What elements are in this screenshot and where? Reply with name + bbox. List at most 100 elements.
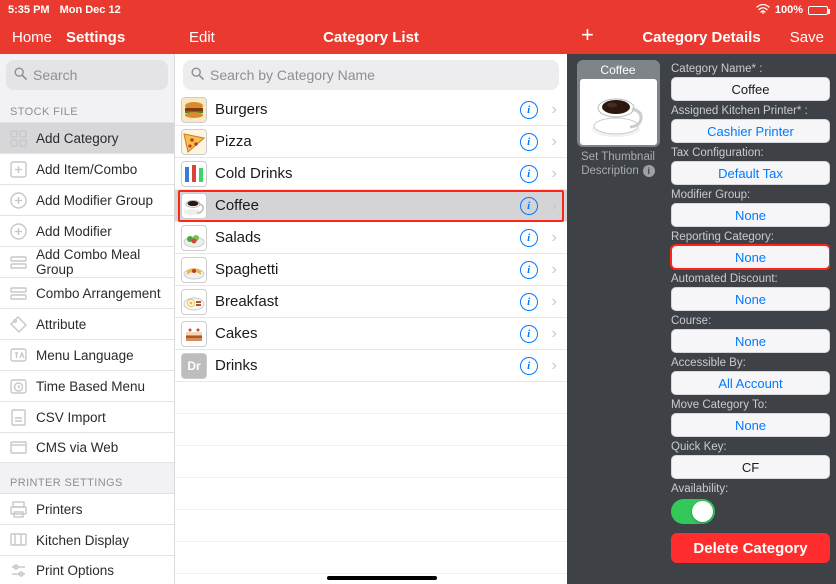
- field-modifier-group[interactable]: None: [671, 203, 830, 227]
- label-tax: Tax Configuration:: [671, 147, 830, 159]
- category-row-cakes[interactable]: Cakesi›: [175, 318, 567, 350]
- field-accessible-by[interactable]: All Account: [671, 371, 830, 395]
- home-indicator[interactable]: [327, 576, 437, 580]
- sidebar-item-kitchen-display[interactable]: Kitchen Display: [0, 524, 174, 555]
- field-tax[interactable]: Default Tax: [671, 161, 830, 185]
- sidebar-item-label: Combo Arrangement: [36, 286, 161, 301]
- category-row-pizza[interactable]: Pizzai ›: [175, 126, 567, 158]
- sidebar-item-add-modifier-group[interactable]: Add Modifier Group: [0, 184, 174, 215]
- field-automated-discount[interactable]: None: [671, 287, 830, 311]
- tag-icon: [10, 316, 27, 333]
- category-row-coffee[interactable]: Coffeei›: [175, 190, 567, 222]
- set-thumbnail-button[interactable]: Set Thumbnail: [581, 151, 655, 163]
- delete-category-button[interactable]: Delete Category: [671, 533, 830, 563]
- sidebar-item-attribute[interactable]: Attribute: [0, 308, 174, 339]
- sidebar-item-csv-import[interactable]: CSV Import: [0, 401, 174, 432]
- chevron-right-icon: ›: [552, 325, 557, 343]
- description-label: Description: [581, 165, 639, 177]
- section-stock-file: STOCK FILE: [0, 92, 174, 122]
- info-icon[interactable]: i: [520, 325, 538, 343]
- sidebar-item-add-combo-meal-group[interactable]: Add Combo Meal Group: [0, 246, 174, 277]
- sidebar-search-placeholder: Search: [33, 67, 77, 83]
- sidebar-item-label: Printers: [36, 502, 83, 517]
- section-printer-settings: PRINTER SETTINGS: [0, 463, 174, 493]
- label-automated-discount: Automated Discount:: [671, 273, 830, 285]
- category-row-spaghetti[interactable]: Spaghettii›: [175, 254, 567, 286]
- info-icon[interactable]: i: [520, 357, 538, 375]
- edit-button[interactable]: Edit: [189, 29, 215, 46]
- field-course[interactable]: None: [671, 329, 830, 353]
- category-name-label: Breakfast: [215, 293, 512, 310]
- thumbnail-card[interactable]: Coffee: [577, 60, 660, 147]
- status-bar: 5:35 PM Mon Dec 12 100%: [0, 0, 836, 20]
- category-row-salads[interactable]: Saladsi›: [175, 222, 567, 254]
- chevron-right-icon: ›: [552, 133, 557, 151]
- sidebar-item-label: Menu Language: [36, 348, 134, 363]
- sidebar-item-time-based-menu[interactable]: Time Based Menu: [0, 370, 174, 401]
- sidebar-item-label: Add Modifier Group: [36, 193, 153, 208]
- header-bar: Home Settings Edit Category List + Categ…: [0, 20, 836, 54]
- category-row-burgers[interactable]: Burgersi›: [175, 94, 567, 126]
- settings-title: Settings: [66, 29, 125, 46]
- info-icon[interactable]: i: [520, 197, 538, 215]
- category-row-drinks[interactable]: DrDrinksi›: [175, 350, 567, 382]
- sidebar-item-print-options[interactable]: Print Options: [0, 555, 174, 584]
- sidebar-item-printers[interactable]: Printers: [0, 493, 174, 524]
- info-icon[interactable]: i: [520, 165, 538, 183]
- category-name-label: Coffee: [215, 197, 512, 214]
- label-move-category: Move Category To:: [671, 399, 830, 411]
- category-thumb-icon: [181, 129, 207, 155]
- sidebar-item-label: Add Category: [36, 131, 119, 146]
- label-availability: Availability:: [671, 483, 830, 495]
- battery-percent: 100%: [775, 4, 803, 16]
- home-button[interactable]: Home: [12, 29, 52, 46]
- category-search-input[interactable]: Search by Category Name: [183, 60, 559, 90]
- info-icon[interactable]: i: [520, 261, 538, 279]
- sidebar-search-input[interactable]: Search: [6, 60, 168, 90]
- info-icon[interactable]: i: [520, 133, 538, 151]
- printer-icon: [10, 501, 27, 518]
- field-move-category[interactable]: None: [671, 413, 830, 437]
- kds-icon: [10, 532, 27, 549]
- category-details-title: Category Details: [642, 29, 760, 46]
- sidebar-item-add-category[interactable]: Add Category: [0, 122, 174, 153]
- category-row-cold-drinks[interactable]: Cold Drinksi›: [175, 158, 567, 190]
- sidebar-item-label: Print Options: [36, 563, 114, 578]
- wifi-icon: [756, 4, 770, 17]
- sidebar-item-label: Add Item/Combo: [36, 162, 137, 177]
- availability-toggle[interactable]: [671, 499, 715, 524]
- save-button[interactable]: Save: [790, 29, 824, 46]
- stack-icon: [10, 285, 27, 302]
- csv-icon: [10, 409, 27, 426]
- sidebar-item-add-modifier[interactable]: Add Modifier: [0, 215, 174, 246]
- plus-box-icon: [10, 161, 27, 178]
- lang-icon: [10, 347, 27, 364]
- sidebar-item-menu-language[interactable]: Menu Language: [0, 339, 174, 370]
- sidebar-item-cms-via-web[interactable]: CMS via Web: [0, 432, 174, 463]
- sidebar-item-add-item-combo[interactable]: Add Item/Combo: [0, 153, 174, 184]
- status-time: 5:35 PM: [8, 4, 50, 16]
- label-quick-key: Quick Key:: [671, 441, 830, 453]
- info-icon[interactable]: i: [520, 293, 538, 311]
- label-printer: Assigned Kitchen Printer* :: [671, 105, 830, 117]
- field-printer[interactable]: Cashier Printer: [671, 119, 830, 143]
- category-row-breakfast[interactable]: Breakfasti›: [175, 286, 567, 318]
- field-category-name[interactable]: Coffee: [671, 77, 830, 101]
- category-thumb-icon: [181, 289, 207, 315]
- label-reporting-category: Reporting Category:: [671, 231, 830, 243]
- sidebar-item-label: Time Based Menu: [36, 379, 145, 394]
- info-icon[interactable]: i: [520, 229, 538, 247]
- field-quick-key[interactable]: CF: [671, 455, 830, 479]
- plus-circle-icon: [10, 192, 27, 209]
- sidebar-item-combo-arrangement[interactable]: Combo Arrangement: [0, 277, 174, 308]
- web-icon: [10, 439, 27, 456]
- field-reporting-category[interactable]: None: [671, 245, 830, 269]
- category-name-label: Pizza: [215, 133, 512, 150]
- info-icon[interactable]: i: [643, 165, 655, 177]
- category-thumb-icon: [181, 97, 207, 123]
- info-icon[interactable]: i: [520, 101, 538, 119]
- stack-icon: [10, 254, 27, 271]
- sidebar-item-label: Add Combo Meal Group: [36, 247, 164, 277]
- add-category-button[interactable]: +: [581, 22, 594, 48]
- category-thumb-icon: [181, 193, 207, 219]
